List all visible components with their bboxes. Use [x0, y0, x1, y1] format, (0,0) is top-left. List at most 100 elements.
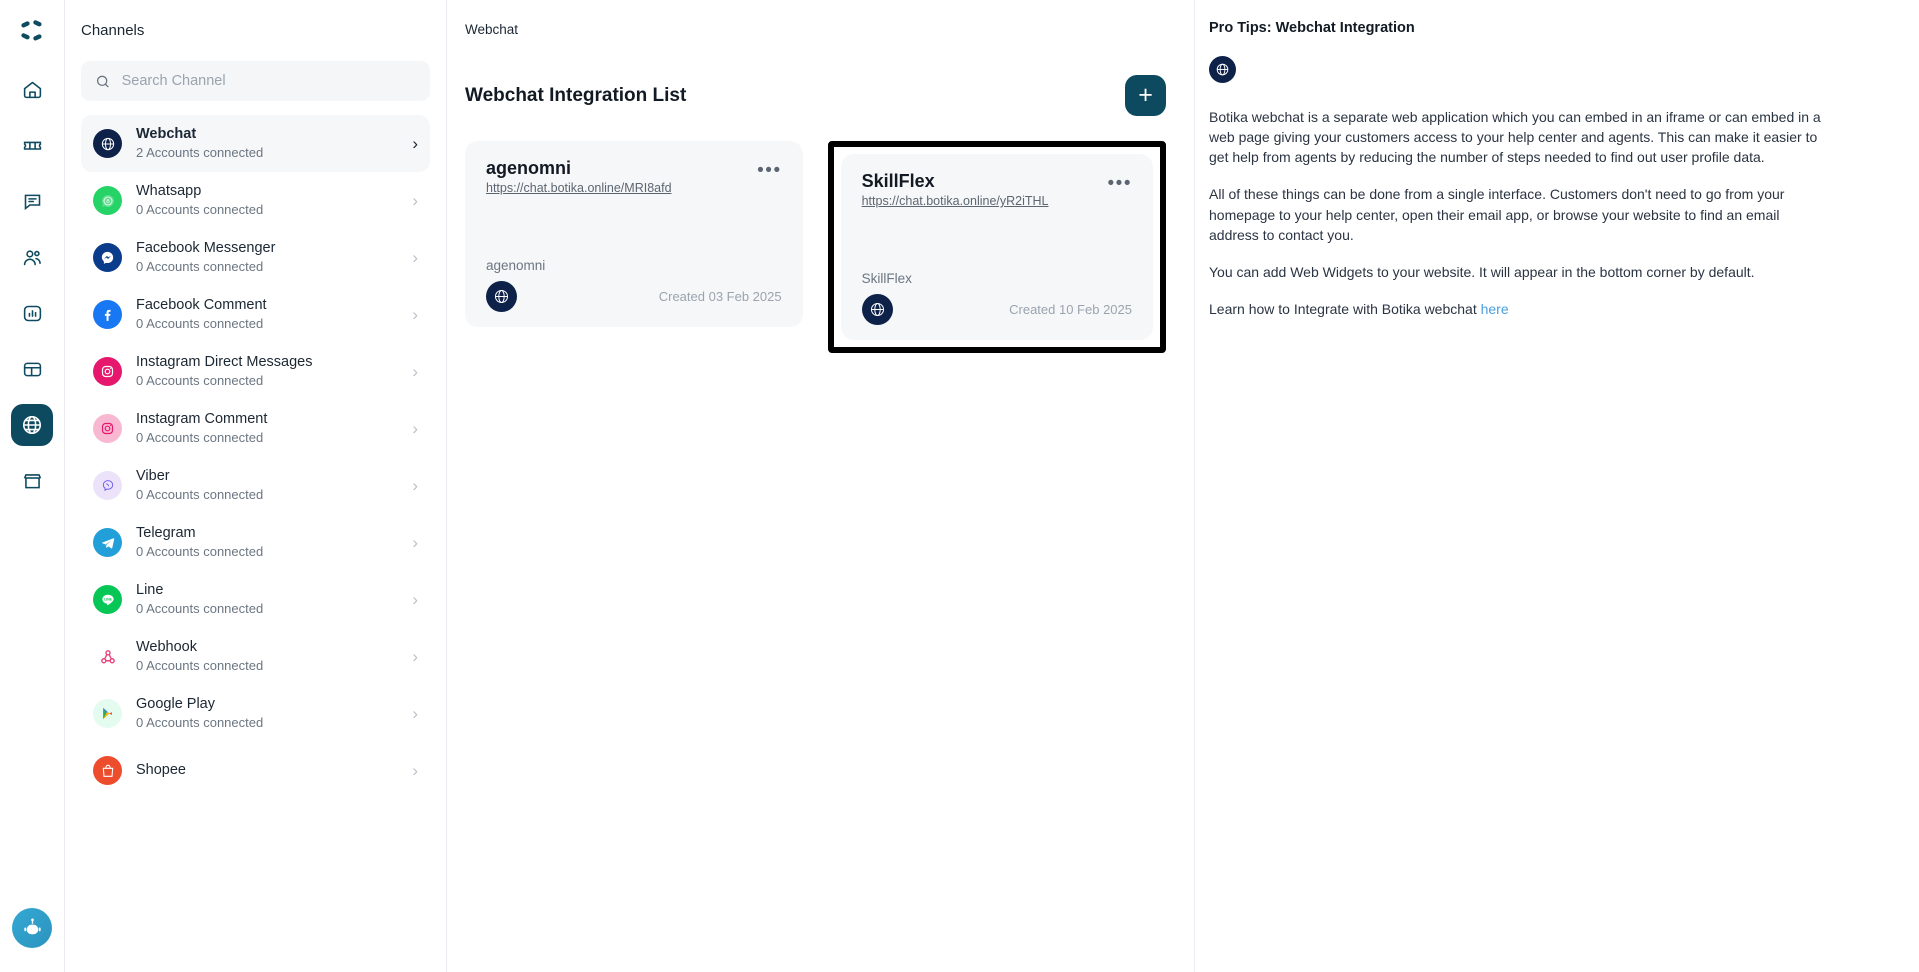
integration-name: agenomni [486, 158, 572, 178]
integration-card[interactable]: SkillFlex https://chat.botika.online/yR2… [840, 154, 1153, 340]
channel-item-webchat[interactable]: Webchat 2 Accounts connected › [81, 115, 430, 172]
chevron-right-icon: › [412, 248, 418, 267]
rail-item-home[interactable] [11, 68, 53, 110]
channel-sub: 0 Accounts connected [136, 315, 264, 331]
rail-item-tickets[interactable] [11, 124, 53, 166]
rail-item-analytics[interactable] [11, 292, 53, 334]
channel-sub: 0 Accounts connected [136, 543, 264, 559]
botika-logo[interactable] [12, 12, 52, 52]
channel-sub: 0 Accounts connected [136, 600, 264, 616]
webchat-globe-icon [861, 294, 893, 325]
chevron-right-icon: › [412, 533, 418, 552]
chevron-right-icon: › [412, 647, 418, 666]
channel-item-telegram[interactable]: Telegram 0 Accounts connected › [81, 514, 430, 571]
learn-more-link[interactable]: here [1481, 301, 1509, 317]
channel-item-instagram-comment[interactable]: Instagram Comment 0 Accounts connected › [81, 400, 430, 457]
channel-item-line[interactable]: LINE Line 0 Accounts connected › [81, 571, 430, 628]
rail-item-layout[interactable] [11, 348, 53, 390]
channel-item-viber[interactable]: Viber 0 Accounts connected › [81, 457, 430, 514]
analytics-icon [23, 305, 41, 321]
telegram-icon [93, 528, 122, 557]
channel-item-whatsapp[interactable]: B Whatsapp 0 Accounts connected › [81, 172, 430, 229]
svg-text:LINE: LINE [104, 597, 113, 601]
chevron-right-icon: › [412, 761, 418, 780]
rail-item-contacts[interactable] [11, 236, 53, 278]
app-root: Channels Webchat 2 Accounts connected › [0, 0, 1919, 972]
search-icon [96, 75, 109, 87]
ticket-icon [23, 141, 41, 150]
chevron-right-icon: › [412, 590, 418, 609]
instagram-icon [93, 357, 122, 386]
integration-created-date: Created 10 Feb 2025 [1009, 302, 1132, 317]
instagram-light-icon [93, 414, 122, 443]
webhook-icon [93, 642, 122, 671]
chevron-right-icon: › [412, 191, 418, 210]
rail-item-store[interactable] [11, 460, 53, 502]
home-icon [23, 81, 41, 98]
integration-card-list: agenomni https://chat.botika.online/MRI8… [465, 141, 1166, 353]
chevron-right-icon: › [412, 305, 418, 324]
chat-icon [24, 194, 40, 210]
channel-sub: 0 Accounts connected [136, 372, 264, 388]
channels-sidebar: Channels Webchat 2 Accounts connected › [65, 0, 447, 972]
breadcrumb: Webchat [465, 22, 519, 37]
channel-name: Viber [136, 468, 170, 485]
chevron-right-icon: › [412, 419, 418, 438]
channel-sub: 2 Accounts connected [136, 144, 264, 160]
webchat-globe-icon [486, 281, 517, 312]
add-integration-button[interactable]: + [1125, 75, 1166, 116]
channel-item-webhook[interactable]: Webhook 0 Accounts connected › [81, 628, 430, 685]
facebook-icon [93, 300, 122, 329]
whatsapp-icon: B [93, 186, 122, 215]
channel-name: Google Play [136, 696, 215, 713]
channel-name: Webchat [136, 126, 197, 143]
channel-item-shopee[interactable]: Shopee › [81, 742, 430, 799]
channel-sub: 0 Accounts connected [136, 258, 264, 274]
shopee-icon [93, 756, 122, 785]
rail-item-channels[interactable] [11, 404, 53, 446]
channel-item-instagram-dm[interactable]: Instagram Direct Messages 0 Accounts con… [81, 343, 430, 400]
svg-text:B: B [106, 199, 110, 205]
channel-name: Instagram Comment [136, 411, 268, 428]
integration-sub-label: SkillFlex [861, 271, 912, 286]
search-channel-box[interactable] [81, 61, 430, 101]
channel-sub: 0 Accounts connected [136, 201, 264, 217]
rail-item-chat[interactable] [11, 180, 53, 222]
integration-url-link[interactable]: https://chat.botika.online/MRI8afd [486, 181, 672, 195]
integration-card-wrapper: agenomni https://chat.botika.online/MRI8… [465, 141, 803, 353]
chatbot-launcher-button[interactable] [12, 908, 52, 948]
channel-name: Facebook Messenger [136, 240, 276, 257]
channel-list: Webchat 2 Accounts connected › B Whatsap… [81, 115, 430, 972]
integration-url-link[interactable]: https://chat.botika.online/yR2iTHL [862, 194, 1049, 208]
card-menu-icon[interactable]: ••• [1108, 174, 1132, 193]
chevron-right-icon: › [412, 362, 418, 381]
integration-card[interactable]: agenomni https://chat.botika.online/MRI8… [465, 141, 803, 327]
viber-icon [93, 471, 122, 500]
learn-more-text: Learn how to Integrate with Botika webch… [1209, 301, 1481, 318]
integration-created-date: Created 03 Feb 2025 [658, 289, 782, 304]
pro-tips-paragraph: All of these things can be done from a s… [1209, 186, 1785, 243]
channel-sub: 0 Accounts connected [136, 486, 264, 502]
webchat-globe-icon [1209, 56, 1236, 83]
line-icon: LINE [93, 585, 122, 614]
channel-name: Facebook Comment [136, 297, 267, 314]
globe-icon [22, 415, 42, 435]
channel-name: Whatsapp [136, 183, 202, 200]
card-menu-icon[interactable]: ••• [757, 161, 781, 180]
channel-name: Line [136, 582, 164, 599]
integration-name: SkillFlex [861, 171, 935, 191]
channel-item-facebook-messenger[interactable]: Facebook Messenger 0 Accounts connected … [81, 229, 430, 286]
main-header: Webchat Integration List + [465, 75, 1166, 116]
robot-avatar-icon [23, 918, 41, 934]
googleplay-icon [93, 699, 122, 728]
search-channel-input[interactable] [121, 73, 416, 89]
channel-name: Telegram [136, 525, 196, 542]
pro-tips-panel: Pro Tips: Webchat Integration Botika web… [1194, 0, 1919, 972]
channel-item-facebook-comment[interactable]: Facebook Comment 0 Accounts connected › [81, 286, 430, 343]
contacts-icon [23, 249, 41, 265]
pro-tips-paragraph: You can add Web Widgets to your website.… [1209, 263, 1755, 280]
chevron-right-icon: › [412, 704, 418, 723]
pro-tips-learn-more: Learn how to Integrate with Botika webch… [1209, 299, 1829, 319]
channel-item-google-play[interactable]: Google Play 0 Accounts connected › [81, 685, 430, 742]
channels-title: Channels [81, 22, 145, 39]
